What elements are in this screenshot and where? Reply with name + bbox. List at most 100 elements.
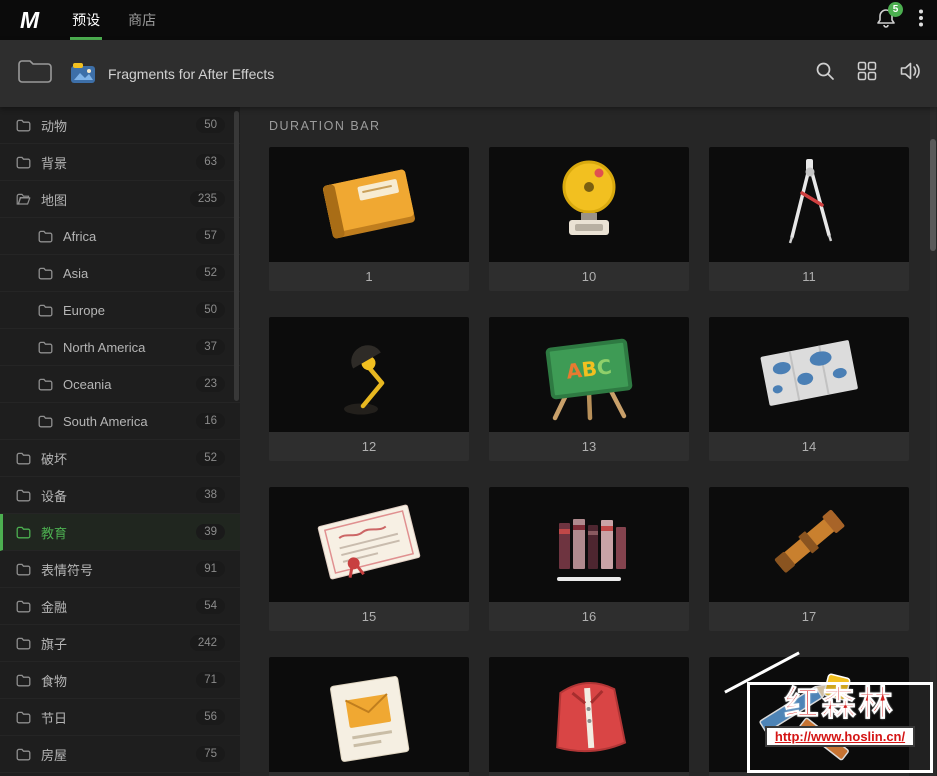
app-logo[interactable]: M (20, 7, 39, 34)
folder-icon (16, 119, 31, 132)
sidebar-item-label: 旗子 (41, 636, 68, 652)
sidebar-item[interactable]: Africa 57 (0, 218, 240, 255)
sidebar-item-count: 52 (196, 450, 225, 466)
preset-card[interactable]: 14 (709, 317, 909, 461)
folder-icon (38, 378, 53, 391)
sidebar-item-label: 动物 (41, 118, 68, 134)
preset-card[interactable]: 10 (489, 147, 689, 291)
sidebar-item[interactable]: North America 37 (0, 329, 240, 366)
preset-number: 11 (709, 262, 909, 291)
content-scrollbar-thumb[interactable] (930, 139, 936, 251)
preset-number: 12 (269, 432, 469, 461)
preset-number: 10 (489, 262, 689, 291)
sidebar-item-label: 设备 (41, 488, 68, 504)
sidebar-item[interactable]: 房屋 75 (0, 736, 240, 773)
sidebar-item[interactable]: Europe 50 (0, 292, 240, 329)
preset-card[interactable]: 17 (709, 487, 909, 631)
sidebar: 动物 50 背景 63 地图 235 Africa 57 Asia 52 Eur… (0, 107, 240, 776)
sidebar-item-count: 91 (196, 561, 225, 577)
sidebar-item-label: 破坏 (41, 451, 68, 467)
sidebar-item[interactable]: 教育 39 (0, 514, 240, 551)
sidebar-item[interactable]: 设备 38 (0, 477, 240, 514)
preset-thumbnail: ABC (489, 317, 689, 432)
sidebar-item-count: 50 (196, 302, 225, 318)
preset-card[interactable]: 15 (269, 487, 469, 631)
sidebar-item-count: 52 (196, 265, 225, 281)
sidebar-item-label: 食物 (41, 673, 68, 689)
preset-card[interactable]: 11 (709, 147, 909, 291)
sidebar-scrollbar-thumb[interactable] (234, 111, 239, 401)
back-to-folders-button[interactable] (16, 57, 54, 90)
folder-icon (16, 674, 31, 687)
folder-icon (38, 415, 53, 428)
folder-icon (16, 600, 31, 613)
preset-number (269, 772, 469, 776)
sidebar-item-count: 39 (196, 524, 225, 540)
folder-icon (16, 711, 31, 724)
preset-card[interactable] (489, 657, 689, 776)
preset-card[interactable]: 1 (269, 147, 469, 291)
tab-presets[interactable]: 预设 (70, 0, 103, 40)
sidebar-item-count: 75 (196, 746, 225, 762)
main-tabs: 预设 商店 (70, 0, 156, 40)
folder-icon (16, 563, 31, 576)
sidebar-item[interactable]: 背景 63 (0, 144, 240, 181)
preset-number (489, 772, 689, 776)
search-icon (815, 61, 835, 86)
search-button[interactable] (815, 61, 835, 86)
sidebar-item-count: 242 (189, 635, 225, 651)
sidebar-item-count: 54 (196, 598, 225, 614)
folder-icon (16, 193, 31, 206)
sidebar-item-label: South America (63, 413, 148, 429)
overflow-menu-button[interactable] (919, 9, 923, 32)
preset-thumbnail (269, 657, 469, 772)
sidebar-item[interactable]: Oceania 23 (0, 366, 240, 403)
folder-icon (16, 748, 31, 761)
preset-card[interactable] (269, 657, 469, 776)
sidebar-item-label: Asia (63, 265, 89, 281)
notifications-button[interactable]: 5 (877, 1, 903, 33)
preset-thumbnail (269, 317, 469, 432)
preset-card[interactable]: ABC 13 (489, 317, 689, 461)
sidebar-item-label: 金融 (41, 599, 68, 615)
grid-view-button[interactable] (857, 61, 877, 86)
preset-number: 1 (269, 262, 469, 291)
folder-icon (38, 267, 53, 280)
sound-button[interactable] (899, 62, 921, 85)
preset-card[interactable]: 16 (489, 487, 689, 631)
sidebar-item[interactable]: 动物 50 (0, 107, 240, 144)
sidebar-item-count: 63 (196, 154, 225, 170)
folder-icon (38, 341, 53, 354)
preset-thumbnail (489, 487, 689, 602)
sidebar-item-count: 56 (196, 709, 225, 725)
watermark-url: http://www.hoslin.cn/ (764, 726, 916, 748)
sidebar-item[interactable]: 破坏 52 (0, 440, 240, 477)
sidebar-item-label: 地图 (41, 192, 68, 208)
notification-badge: 5 (888, 1, 903, 17)
preset-card[interactable]: 12 (269, 317, 469, 461)
sidebar-item-label: 表情符号 (41, 562, 94, 578)
sidebar-item-count: 71 (196, 672, 225, 688)
folder-outline-icon (16, 57, 54, 90)
section-title: DURATION BAR (269, 119, 381, 133)
sidebar-item[interactable]: 食物 71 (0, 662, 240, 699)
folder-icon (38, 304, 53, 317)
sidebar-item[interactable]: 表情符号 91 (0, 551, 240, 588)
sidebar-item[interactable]: 地图 235 (0, 181, 240, 218)
sidebar-item-count: 50 (196, 117, 225, 133)
topbar-actions: 5 (877, 0, 923, 40)
tab-store[interactable]: 商店 (128, 0, 156, 40)
preset-thumbnail (269, 147, 469, 262)
preset-number: 16 (489, 602, 689, 631)
sidebar-item-label: 房屋 (41, 747, 68, 763)
sidebar-item[interactable]: 金融 54 (0, 588, 240, 625)
toolbar-actions (815, 61, 921, 86)
sidebar-item[interactable]: South America 16 (0, 403, 240, 440)
folder-icon (16, 637, 31, 650)
sidebar-item-label: 背景 (41, 155, 68, 171)
sidebar-item-label: North America (63, 339, 146, 355)
content: DURATION BAR 1 10 11 12 ABC 13 14 15 16 … (240, 107, 937, 776)
sidebar-item[interactable]: Asia 52 (0, 255, 240, 292)
sidebar-item[interactable]: 节日 56 (0, 699, 240, 736)
sidebar-item[interactable]: 旗子 242 (0, 625, 240, 662)
